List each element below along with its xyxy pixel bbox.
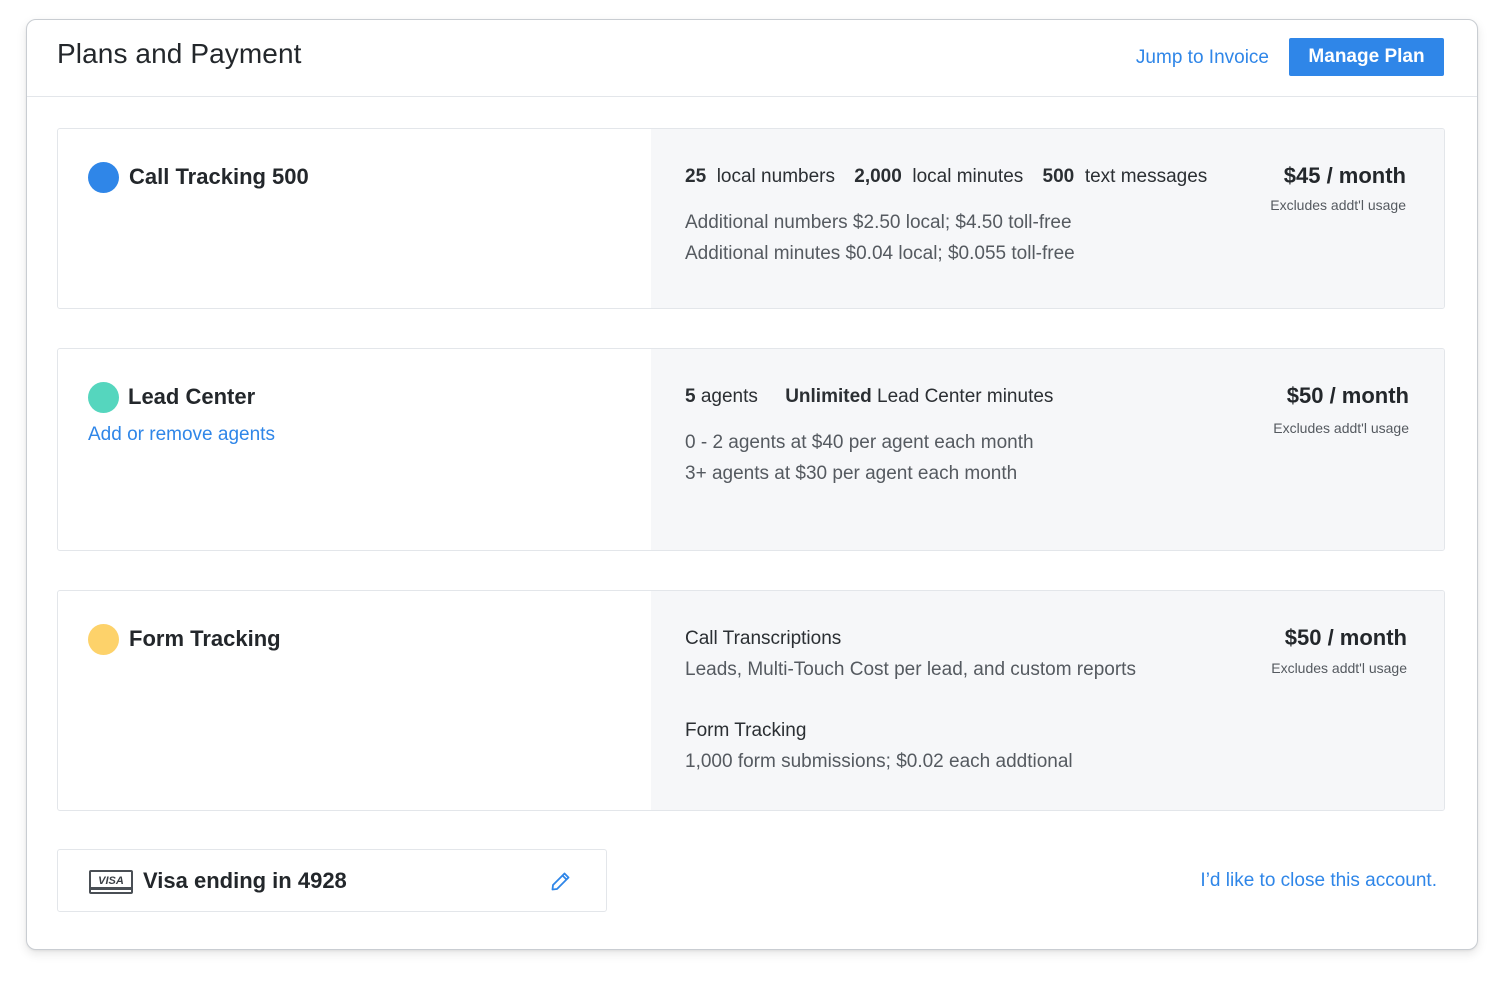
plan-name: Lead Center [128, 384, 256, 409]
plan-price: $50 / month Excludes addt'l usage [1273, 383, 1409, 436]
plan-summary: Lead Center Add or remove agents [58, 349, 651, 550]
feature-value: 5 [685, 386, 696, 407]
detail-line: Additional minutes $0.04 local; $0.055 t… [685, 243, 1075, 264]
card-description: Visa ending in 4928 [143, 868, 347, 893]
plan-feature-section: Call Transcriptions Leads, Multi-Touch C… [685, 623, 1136, 685]
plan-summary: Call Tracking 500 [58, 129, 651, 308]
manage-plan-button[interactable]: Manage Plan [1289, 38, 1444, 76]
feature-value: Unlimited [785, 386, 872, 407]
plan-pricing-details: Additional numbers $2.50 local; $4.50 to… [685, 207, 1075, 269]
detail-line: 3+ agents at $30 per agent each month [685, 463, 1018, 484]
feature-label: local minutes [912, 166, 1024, 187]
jump-to-invoice-link[interactable]: Jump to Invoice [1136, 47, 1269, 69]
plan-name: Form Tracking [129, 626, 281, 651]
plan-card-form-tracking: Form Tracking Call Transcriptions Leads,… [57, 590, 1445, 811]
plan-summary: Form Tracking [58, 591, 651, 810]
payment-method-card: VISA Visa ending in 4928 [57, 849, 607, 912]
plan-color-dot [88, 162, 119, 193]
detail-line: 0 - 2 agents at $40 per agent each month [685, 432, 1034, 453]
plan-pricing-details: 0 - 2 agents at $40 per agent each month… [685, 427, 1034, 489]
plan-color-dot [88, 382, 119, 413]
close-account-link[interactable]: I’d like to close this account. [1200, 870, 1437, 892]
feature-label: agents [700, 386, 758, 407]
section-title: Form Tracking [685, 720, 807, 741]
price-note: Excludes addt'l usage [1273, 420, 1409, 436]
plan-name: Call Tracking 500 [129, 164, 309, 189]
price-amount: $50 / month [1284, 625, 1407, 650]
visa-card-icon: VISA [89, 870, 133, 894]
plan-features: 5 agents Unlimited Lead Center minutes [685, 386, 1067, 408]
price-note: Excludes addt'l usage [1270, 197, 1406, 213]
feature-value: 25 [685, 166, 707, 187]
plan-details: 25 local numbers 2,000 local minutes 500… [651, 129, 1444, 308]
plan-card-call-tracking: Call Tracking 500 25 local numbers 2,000… [57, 128, 1445, 309]
section-title: Call Transcriptions [685, 628, 842, 649]
feature-label: text messages [1084, 166, 1208, 187]
detail-line: Additional numbers $2.50 local; $4.50 to… [685, 212, 1072, 233]
plans-payment-panel: Plans and Payment Jump to Invoice Manage… [26, 19, 1478, 950]
plan-card-lead-center: Lead Center Add or remove agents 5 agent… [57, 348, 1445, 551]
panel-header: Plans and Payment Jump to Invoice Manage… [27, 20, 1477, 97]
price-note: Excludes addt'l usage [1271, 660, 1407, 676]
pencil-icon[interactable] [549, 869, 573, 893]
plan-features: 25 local numbers 2,000 local minutes 500… [685, 166, 1221, 188]
add-remove-agents-link[interactable]: Add or remove agents [88, 424, 275, 446]
plan-color-dot [88, 624, 119, 655]
plan-details: Call Transcriptions Leads, Multi-Touch C… [651, 591, 1444, 810]
plan-price: $50 / month Excludes addt'l usage [1271, 625, 1407, 676]
feature-value: 2,000 [854, 166, 902, 187]
price-amount: $50 / month [1286, 383, 1409, 408]
plan-price: $45 / month Excludes addt'l usage [1270, 163, 1406, 213]
section-description: 1,000 form submissions; $0.02 each addti… [685, 751, 1073, 772]
feature-label: Lead Center minutes [877, 386, 1054, 407]
plan-feature-section: Form Tracking 1,000 form submissions; $0… [685, 715, 1073, 777]
price-amount: $45 / month [1283, 163, 1406, 188]
page-title: Plans and Payment [57, 38, 302, 69]
section-description: Leads, Multi-Touch Cost per lead, and cu… [685, 659, 1136, 680]
feature-label: local numbers [716, 166, 835, 187]
feature-value: 500 [1042, 166, 1075, 187]
plan-details: 5 agents Unlimited Lead Center minutes 0… [651, 349, 1444, 550]
